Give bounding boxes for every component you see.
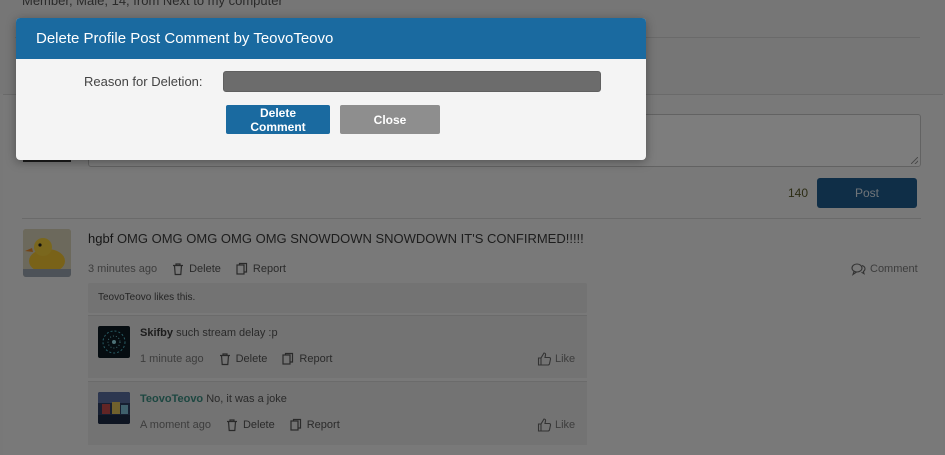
reason-label: Reason for Deletion: <box>84 74 203 89</box>
reason-input[interactable] <box>223 71 601 92</box>
close-button[interactable]: Close <box>340 105 440 134</box>
delete-comment-button[interactable]: Delete Comment <box>226 105 330 134</box>
delete-comment-dialog: Delete Profile Post Comment by TeovoTeov… <box>16 18 646 160</box>
dialog-title: Delete Profile Post Comment by TeovoTeov… <box>16 18 646 59</box>
